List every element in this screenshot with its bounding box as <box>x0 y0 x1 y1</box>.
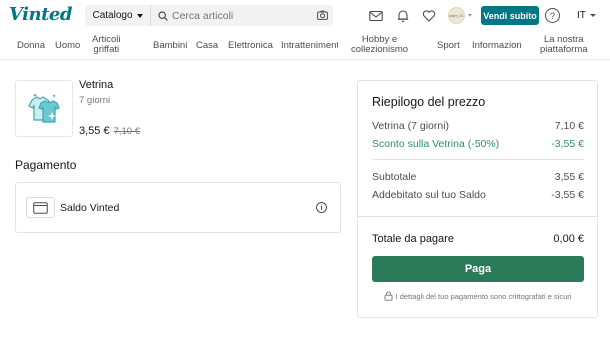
catalog-dropdown[interactable]: Catalogo <box>85 5 151 26</box>
nav-item-uomo[interactable]: Uomo <box>55 41 80 51</box>
price-summary-panel: Riepilogo del prezzo Vetrina (7 giorni) … <box>357 80 598 318</box>
summary-row-value: -3,55 € <box>551 189 584 201</box>
clothes-icon <box>28 92 60 123</box>
payment-method-box[interactable]: Saldo Vinted i <box>15 182 341 233</box>
secure-note-text: I dettagli del tuo pagamento sono critto… <box>395 291 572 301</box>
lock-icon <box>384 291 392 301</box>
language-label: IT <box>577 10 586 21</box>
nav-item-hobby-collezionismo[interactable]: Hobby e collezionismo <box>351 35 408 55</box>
mail-icon[interactable] <box>369 9 383 23</box>
catalog-label: Catalogo <box>92 10 133 21</box>
item-price-row: 3,55 € 7,10 € <box>79 125 140 137</box>
chevron-down-icon <box>468 14 472 17</box>
vinted-logo[interactable]: Vinted <box>9 4 72 25</box>
summary-row: Vetrina (7 giorni) 7,10 € <box>372 120 584 132</box>
nav-item-casa[interactable]: Casa <box>196 41 218 51</box>
search-input[interactable] <box>172 9 312 22</box>
category-nav: Donna Uomo Articoli griffati Bambini Cas… <box>0 32 610 60</box>
camera-icon[interactable] <box>317 10 328 20</box>
divider <box>372 159 584 160</box>
sell-now-button[interactable]: Vendi subito <box>481 6 539 25</box>
heart-icon[interactable] <box>422 9 436 23</box>
nav-item-intrattenimento[interactable]: Intrattenimento <box>281 41 338 51</box>
search-bar: Catalogo <box>85 5 333 26</box>
avatar: user_01 <box>448 7 465 24</box>
info-icon[interactable]: i <box>316 202 327 213</box>
summary-row-label: Subtotale <box>372 171 417 183</box>
item-price: 3,55 € <box>79 125 110 137</box>
summary-row-subtotal: Subtotale 3,55 € <box>372 171 584 183</box>
summary-row-value: 3,55 € <box>554 171 584 183</box>
top-header: Vinted Catalogo user_01 Vendi subito ? <box>0 0 610 32</box>
total-label: Totale da pagare <box>372 233 454 245</box>
total-row: Totale da pagare 0,00 € <box>372 233 584 245</box>
item-thumbnail <box>15 80 73 137</box>
language-selector[interactable]: IT <box>577 10 596 21</box>
divider <box>358 216 597 217</box>
nav-item-bambini[interactable]: Bambini <box>153 41 187 51</box>
user-menu[interactable]: user_01 <box>448 7 472 24</box>
item-old-price: 7,10 € <box>113 126 141 137</box>
payment-method-label: Saldo Vinted <box>60 202 120 214</box>
chevron-down-icon <box>589 14 596 17</box>
nav-item-sport[interactable]: Sport <box>437 41 460 51</box>
item-title: Vetrina <box>79 79 114 91</box>
payment-section-title: Pagamento <box>15 158 77 172</box>
summary-title: Riepilogo del prezzo <box>372 95 486 109</box>
nav-item-elettronica[interactable]: Elettronica <box>228 41 273 51</box>
item-duration: 7 giorni <box>79 95 111 106</box>
help-icon[interactable]: ? <box>545 8 560 23</box>
chevron-down-icon <box>136 13 143 18</box>
search-icon <box>158 10 168 21</box>
secure-note: I dettagli del tuo pagamento sono critto… <box>358 291 597 301</box>
summary-row-label: Vetrina (7 giorni) <box>372 120 450 132</box>
bell-icon[interactable] <box>396 9 410 23</box>
nav-item-donna[interactable]: Donna <box>17 41 45 51</box>
nav-item-informazioni[interactable]: Informazion <box>472 41 522 51</box>
total-value: 0,00 € <box>553 233 584 245</box>
summary-row-value: -3,55 € <box>551 138 584 150</box>
nav-item-la-nostra-piattaforma[interactable]: La nostra piattaforma <box>540 35 588 55</box>
pay-button[interactable]: Paga <box>372 256 584 282</box>
summary-row-discount: Sconto sulla Vetrina (-50%) -3,55 € <box>372 138 584 150</box>
summary-row-value: 7,10 € <box>554 120 584 132</box>
nav-item-articoli-griffati[interactable]: Articoli griffati <box>92 35 121 55</box>
summary-row-label: Addebitato sul tuo Saldo <box>372 189 486 201</box>
summary-row-balance: Addebitato sul tuo Saldo -3,55 € <box>372 189 584 201</box>
wallet-icon <box>26 197 55 218</box>
summary-row-label: Sconto sulla Vetrina (-50%) <box>372 138 500 150</box>
